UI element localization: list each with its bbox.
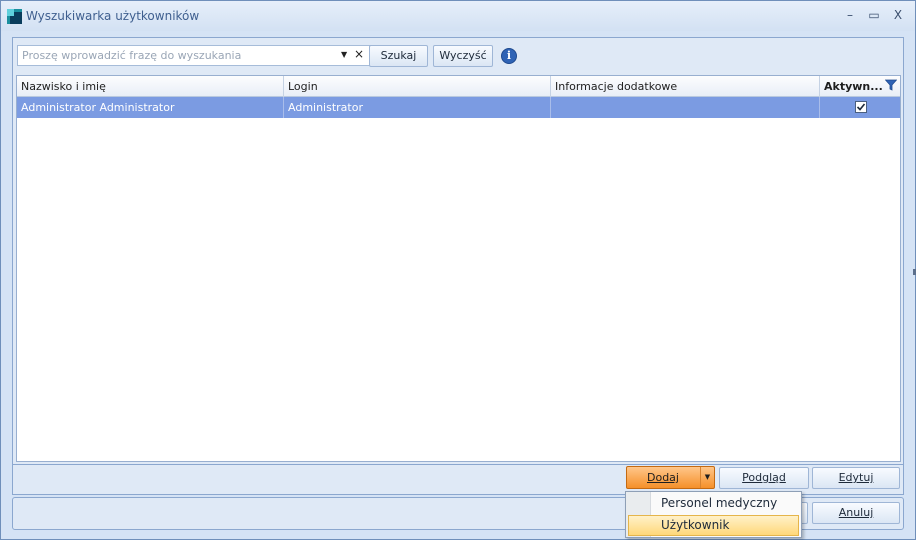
user-search-window: Wyszukiwarka użytkowników – ▭ X ▼ × Szuk… (0, 0, 916, 540)
table-header: Nazwisko i imię Login Informacje dodatko… (17, 76, 900, 97)
close-button[interactable]: X (887, 6, 909, 24)
add-dropdown-arrow-icon[interactable]: ▼ (700, 467, 714, 488)
menu-item-medical-staff[interactable]: Personel medyczny (628, 493, 799, 514)
cancel-button[interactable]: Anuluj (812, 502, 900, 524)
preview-button[interactable]: Podgląd (719, 467, 809, 489)
search-clear-icon[interactable]: × (354, 47, 364, 61)
table-row[interactable]: Administrator Administrator Administrato… (17, 97, 900, 118)
menu-item-user[interactable]: Użytkownik (628, 515, 799, 536)
active-checkbox[interactable] (855, 101, 867, 113)
title-bar[interactable]: Wyszukiwarka użytkowników – ▭ X (1, 1, 915, 31)
filter-icon[interactable] (885, 79, 897, 91)
add-dropdown-menu: Personel medyczny Użytkownik (625, 491, 802, 538)
cell-info (551, 97, 820, 118)
users-table: Nazwisko i imię Login Informacje dodatko… (16, 75, 901, 462)
column-header-name[interactable]: Nazwisko i imię (17, 76, 284, 97)
checkbox-checked-icon (856, 103, 866, 111)
window-title: Wyszukiwarka użytkowników (26, 9, 200, 23)
cell-name: Administrator Administrator (17, 97, 284, 118)
search-panel: ▼ × Szukaj Wyczyść i Nazwisko i imię Log… (12, 37, 904, 465)
clear-button[interactable]: Wyczyść (433, 45, 493, 67)
add-split-button[interactable]: Dodaj ▼ (626, 466, 715, 489)
search-dropdown-icon[interactable]: ▼ (341, 50, 347, 59)
search-field-wrapper: ▼ × (17, 45, 376, 66)
search-input[interactable] (18, 46, 336, 65)
maximize-button[interactable]: ▭ (863, 6, 885, 24)
minimize-button[interactable]: – (839, 6, 861, 24)
search-button[interactable]: Szukaj (369, 45, 428, 67)
app-icon (7, 9, 22, 24)
add-button-label[interactable]: Dodaj (627, 467, 699, 488)
info-icon[interactable]: i (501, 48, 517, 64)
column-header-info[interactable]: Informacje dodatkowe (551, 76, 820, 97)
edit-button[interactable]: Edytuj (812, 467, 900, 489)
cell-login: Administrator (284, 97, 551, 118)
column-header-login[interactable]: Login (284, 76, 551, 97)
